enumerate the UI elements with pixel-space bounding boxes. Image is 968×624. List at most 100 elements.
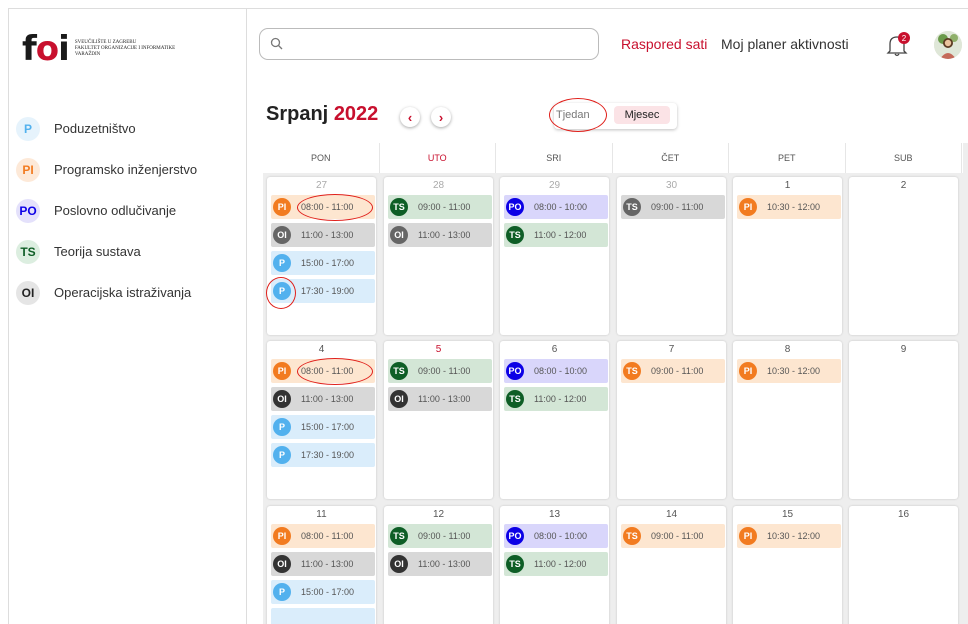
event-time: 11:00 - 13:00 (418, 394, 471, 404)
event-p[interactable]: P 15:00 - 17:00 (271, 251, 375, 275)
weekday-wed: SRI (496, 143, 613, 173)
subject-item-teorija-sustava[interactable]: TS Teorija sustava (16, 231, 197, 272)
logo-subtitle-line3: VARAŽDIN (74, 52, 101, 57)
event-pi[interactable]: PI 08:00 - 11:00 (271, 524, 375, 548)
subject-badge-pi: PI (273, 362, 291, 380)
day-cell[interactable]: 29 PO 08:00 - 10:00 TS 11:00 - 12:00 (500, 177, 609, 335)
event-p[interactable]: P 17:30 - 19:00 (271, 279, 375, 303)
event-ts[interactable]: TS 09:00 - 11:00 (388, 195, 492, 219)
subject-badge-oi: OI (273, 555, 291, 573)
event-time: 08:00 - 11:00 (301, 202, 354, 212)
subject-badge-pi: PI (739, 527, 757, 545)
view-week-button[interactable]: Tjedan (556, 109, 590, 121)
event-po[interactable]: PO 08:00 - 10:00 (504, 195, 608, 219)
day-cell[interactable]: 6 PO 08:00 - 10:00 TS 11:00 - 12:00 (500, 341, 609, 499)
event-ts[interactable]: TS 09:00 - 11:00 (621, 195, 725, 219)
subject-badge-p: P (273, 446, 291, 464)
day-number: 15 (781, 509, 794, 520)
day-cell[interactable]: 9 (849, 341, 958, 499)
subject-badge-ts: TS (390, 527, 408, 545)
search-input[interactable] (259, 28, 599, 60)
event-ts[interactable]: TS 11:00 - 12:00 (504, 387, 608, 411)
nav-moj-planer[interactable]: Moj planer aktivnosti (721, 36, 849, 52)
event-time: 15:00 - 17:00 (301, 422, 355, 432)
subject-label: Operacijska istraživanja (54, 285, 192, 300)
event-time: 15:00 - 17:00 (301, 587, 355, 597)
notification-count-badge: 2 (898, 32, 910, 44)
event-p-partial[interactable] (271, 608, 375, 624)
subject-label: Programsko inženjerstvo (54, 162, 198, 177)
subject-badge: PI (16, 157, 40, 182)
day-cell[interactable]: 5 TS 09:00 - 11:00 OI 11:00 - 13:00 (384, 341, 493, 499)
event-pi[interactable]: PI 08:00 - 11:00 (271, 195, 375, 219)
event-p[interactable]: P 15:00 - 17:00 (271, 580, 375, 604)
event-pi[interactable]: PI 10:30 - 12:00 (737, 524, 841, 548)
event-ts[interactable]: TS 09:00 - 11:00 (621, 524, 725, 548)
subject-badge-p: P (273, 282, 291, 300)
event-ts[interactable]: TS 09:00 - 11:00 (388, 359, 492, 383)
event-time: 09:00 - 11:00 (418, 531, 471, 541)
event-time: 10:30 - 12:00 (767, 531, 821, 541)
logo-letter-o: o (35, 29, 59, 69)
day-cell[interactable]: 2 (849, 177, 958, 335)
subject-list: P Poduzetništvo PI Programsko inženjerst… (16, 108, 197, 313)
event-ts[interactable]: TS 09:00 - 11:00 (621, 359, 725, 383)
event-p[interactable]: P 15:00 - 17:00 (271, 415, 375, 439)
event-ts[interactable]: TS 11:00 - 12:00 (504, 552, 608, 576)
avatar[interactable] (934, 31, 962, 59)
search-icon (270, 37, 283, 50)
event-oi[interactable]: OI 11:00 - 13:00 (388, 223, 492, 247)
event-oi[interactable]: OI 11:00 - 13:00 (388, 552, 492, 576)
event-pi[interactable]: PI 10:30 - 12:00 (737, 359, 841, 383)
avatar-image (934, 31, 962, 59)
day-cell[interactable]: 8 PI 10:30 - 12:00 (733, 341, 842, 499)
day-cell[interactable]: 16 (849, 506, 958, 624)
event-ts[interactable]: TS 11:00 - 12:00 (504, 223, 608, 247)
subject-badge-ts: TS (506, 555, 524, 573)
event-time: 08:00 - 10:00 (534, 202, 588, 212)
day-cell[interactable]: 13 PO 08:00 - 10:00 TS 11:00 - 12:00 (500, 506, 609, 624)
foi-logo[interactable]: foi SVEUČILIŠTE U ZAGREBU FAKULTET ORGAN… (22, 32, 195, 66)
subject-badge-pi: PI (273, 198, 291, 216)
event-po[interactable]: PO 08:00 - 10:00 (504, 524, 608, 548)
day-cell[interactable]: 4 PI 08:00 - 11:00 OI 11:00 - 13:00 P 15:00… (267, 341, 376, 499)
weekday-sat: SUB (846, 143, 962, 173)
next-month-button[interactable]: › (431, 107, 451, 127)
event-oi[interactable]: OI 11:00 - 13:00 (271, 552, 375, 576)
day-number: 4 (318, 344, 325, 355)
day-cell[interactable]: 27 PI 08:00 - 11:00 OI 11:00 - 13:00 P 15:0… (267, 177, 376, 335)
event-time: 10:30 - 12:00 (767, 202, 821, 212)
event-oi[interactable]: OI 11:00 - 13:00 (271, 223, 375, 247)
event-p[interactable]: P 17:30 - 19:00 (271, 443, 375, 467)
day-cell[interactable]: 28 TS 09:00 - 11:00 OI 11:00 - 13:00 (384, 177, 493, 335)
event-pi[interactable]: PI 10:30 - 12:00 (737, 195, 841, 219)
event-time: 11:00 - 13:00 (418, 559, 471, 569)
event-oi[interactable]: OI 11:00 - 13:00 (388, 387, 492, 411)
subject-item-poduzetnistvo[interactable]: P Poduzetništvo (16, 108, 197, 149)
subject-item-poslovno-odlucivanje[interactable]: PO Poslovno odlučivanje (16, 190, 197, 231)
view-month-button[interactable]: Mjesec (614, 106, 670, 124)
day-cell[interactable]: 7 TS 09:00 - 11:00 (617, 341, 726, 499)
subject-item-operacijska-istrazivanja[interactable]: OI Operacijska istraživanja (16, 272, 197, 313)
day-cell[interactable]: 30 TS 09:00 - 11:00 (617, 177, 726, 335)
day-cell[interactable]: 11 PI 08:00 - 11:00 OI 11:00 - 13:00 P 15:0… (267, 506, 376, 624)
event-pi[interactable]: PI 08:00 - 11:00 (271, 359, 375, 383)
day-cell[interactable]: 1 PI 10:30 - 12:00 (733, 177, 842, 335)
event-po[interactable]: PO 08:00 - 10:00 (504, 359, 608, 383)
logo-letter-i: i (58, 29, 70, 69)
subject-label: Poduzetništvo (54, 121, 136, 136)
day-cell[interactable]: 12 TS 09:00 - 11:00 OI 11:00 - 13:00 (384, 506, 493, 624)
day-number: 13 (548, 509, 561, 520)
nav-raspored-sati[interactable]: Raspored sati (621, 36, 707, 52)
event-oi[interactable]: OI 11:00 - 13:00 (271, 387, 375, 411)
prev-month-button[interactable]: ‹ (400, 107, 420, 127)
weekday-tue: UTO (380, 143, 496, 173)
day-number: 12 (432, 509, 445, 520)
event-ts[interactable]: TS 09:00 - 11:00 (388, 524, 492, 548)
subject-item-programsko-inzenjerstvo[interactable]: PI Programsko inženjerstvo (16, 149, 197, 190)
month-title: Srpanj 2022 (266, 103, 378, 126)
day-cell[interactable]: 15 PI 10:30 - 12:00 (733, 506, 842, 624)
subject-label: Teorija sustava (54, 244, 141, 259)
event-time: 17:30 - 19:00 (301, 286, 355, 296)
day-cell[interactable]: 14 TS 09:00 - 11:00 (617, 506, 726, 624)
